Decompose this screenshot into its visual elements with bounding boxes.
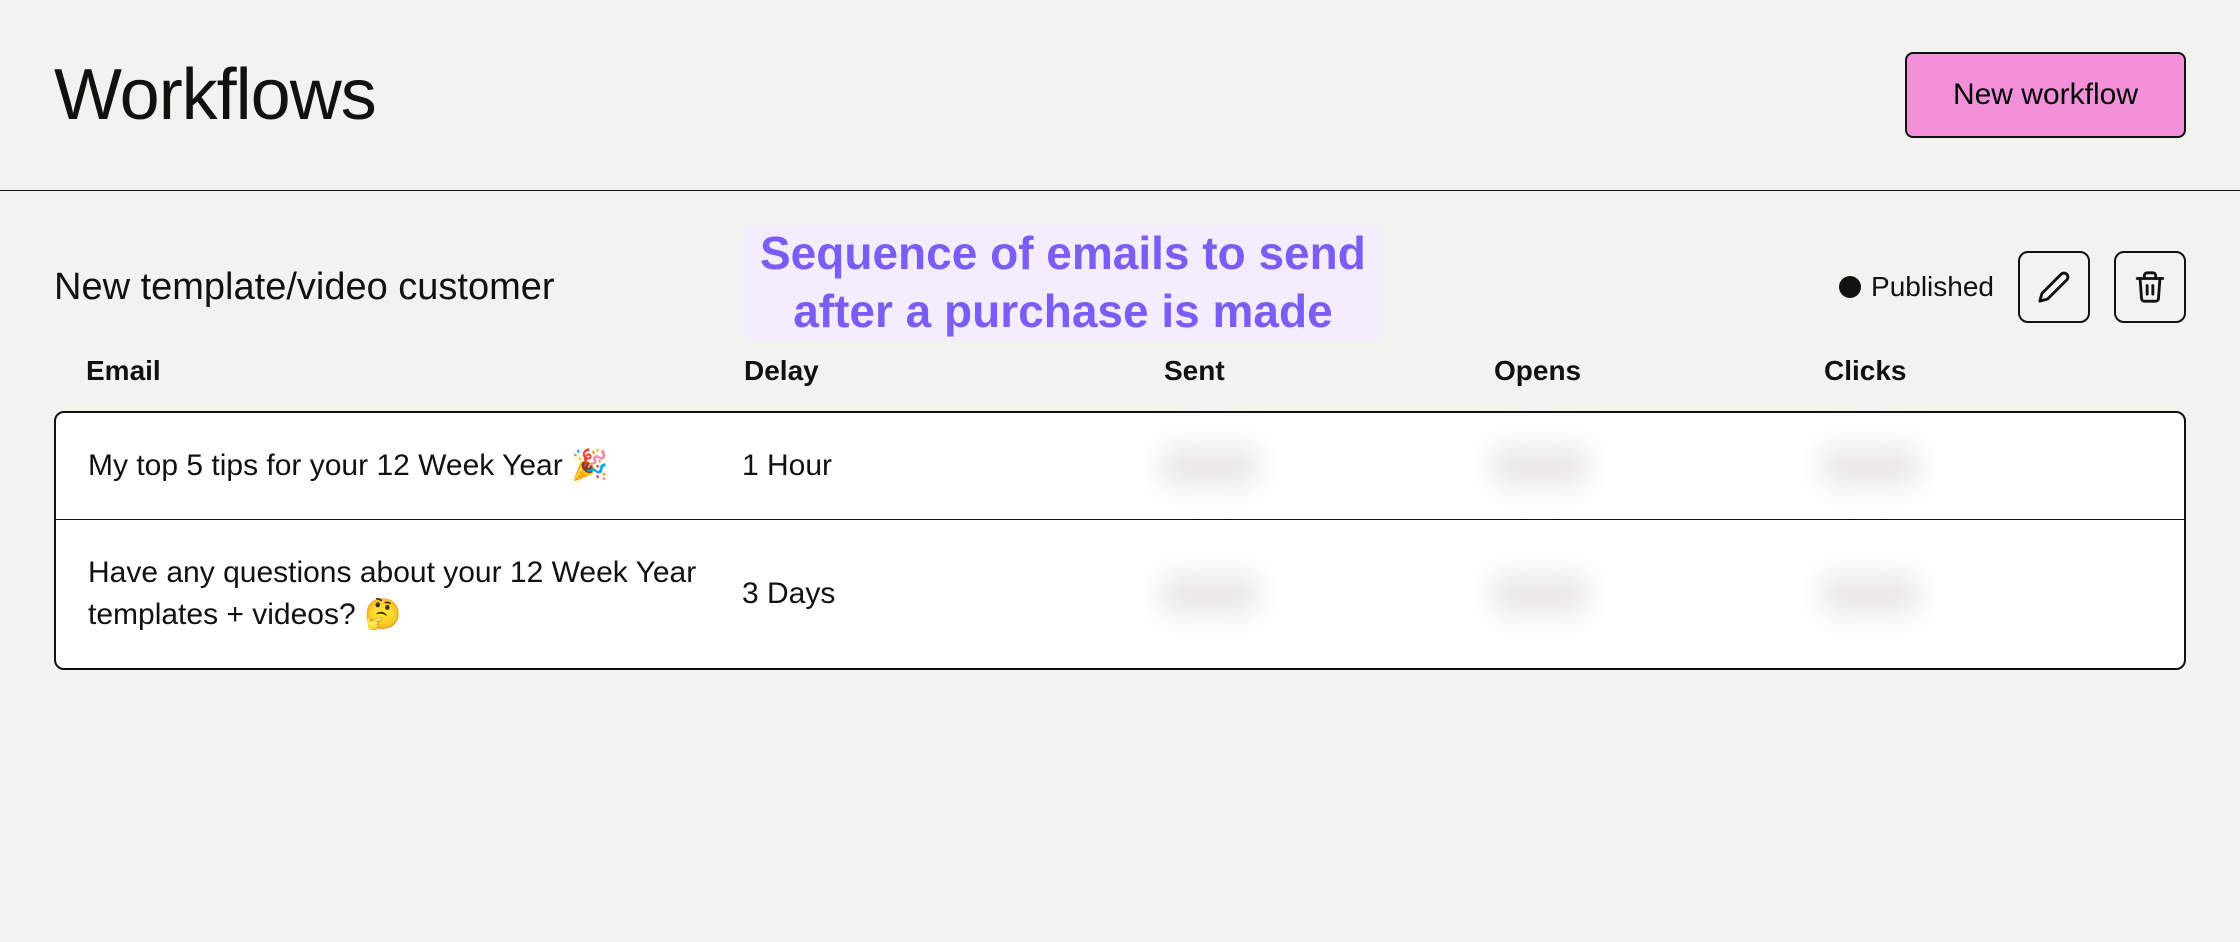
email-clicks — [1822, 446, 2152, 486]
email-opens — [1492, 446, 1822, 486]
email-subject: My top 5 tips for your 12 Week Year 🎉 — [88, 445, 742, 487]
email-sent — [1162, 446, 1492, 486]
page-title: Workflows — [54, 54, 376, 136]
blurred-value — [1822, 446, 1918, 486]
workflow-controls: Published — [1839, 251, 2186, 323]
col-clicks: Clicks — [1824, 355, 2154, 387]
annotation-text: Sequence of emails to sendafter a purcha… — [760, 227, 1366, 337]
new-workflow-button[interactable]: New workflow — [1905, 52, 2186, 138]
email-opens — [1492, 574, 1822, 614]
annotation-callout: Sequence of emails to sendafter a purcha… — [744, 225, 1382, 340]
blurred-value — [1162, 574, 1258, 614]
col-email: Email — [86, 355, 744, 387]
edit-button[interactable] — [2018, 251, 2090, 323]
blurred-value — [1822, 574, 1918, 614]
table-row[interactable]: My top 5 tips for your 12 Week Year 🎉 1 … — [56, 413, 2184, 520]
col-opens: Opens — [1494, 355, 1824, 387]
email-delay: 1 Hour — [742, 449, 1162, 483]
table-body: My top 5 tips for your 12 Week Year 🎉 1 … — [54, 411, 2186, 670]
workflow-name: New template/video customer — [54, 266, 555, 309]
col-delay: Delay — [744, 355, 1164, 387]
emails-table: Email Delay Sent Opens Clicks My top 5 t… — [54, 355, 2186, 670]
delete-button[interactable] — [2114, 251, 2186, 323]
blurred-value — [1162, 446, 1258, 486]
delete-icon — [2133, 270, 2167, 304]
col-sent: Sent — [1164, 355, 1494, 387]
status-badge: Published — [1839, 271, 1994, 303]
workflow-header: New template/video customer Sequence of … — [54, 251, 2186, 323]
email-delay: 3 Days — [742, 577, 1162, 611]
table-row[interactable]: Have any questions about your 12 Week Ye… — [56, 520, 2184, 668]
page-header: Workflows New workflow — [0, 0, 2240, 191]
status-dot-icon — [1839, 276, 1861, 298]
status-label: Published — [1871, 271, 1994, 303]
email-clicks — [1822, 574, 2152, 614]
email-sent — [1162, 574, 1492, 614]
edit-icon — [2037, 270, 2071, 304]
blurred-value — [1492, 446, 1588, 486]
table-header: Email Delay Sent Opens Clicks — [54, 355, 2186, 411]
email-subject: Have any questions about your 12 Week Ye… — [88, 552, 742, 636]
main-content: New template/video customer Sequence of … — [0, 191, 2240, 710]
blurred-value — [1492, 574, 1588, 614]
